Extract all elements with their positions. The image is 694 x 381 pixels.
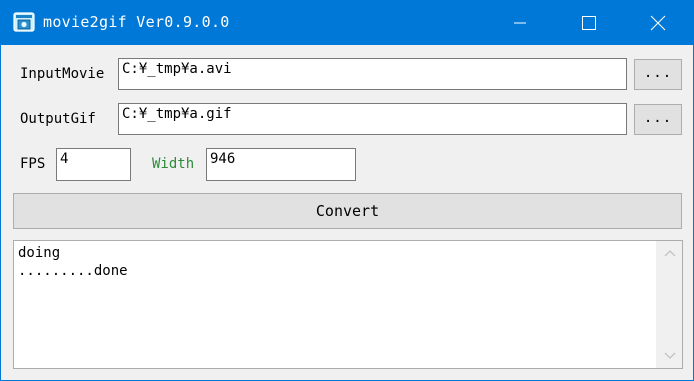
maximize-icon: [582, 16, 596, 30]
output-gif-browse-button[interactable]: ...: [634, 104, 682, 135]
minimize-button[interactable]: [497, 1, 543, 45]
input-movie-label: InputMovie: [20, 66, 105, 82]
output-gif-label: OutputGif: [20, 111, 96, 127]
chevron-up-icon: [664, 250, 675, 257]
input-movie-field[interactable]: C:¥_tmp¥a.avi: [118, 58, 627, 90]
fps-field[interactable]: 4: [56, 148, 131, 181]
maximize-button[interactable]: [566, 1, 612, 45]
input-movie-browse-button[interactable]: ...: [634, 59, 682, 90]
convert-button[interactable]: Convert: [13, 193, 682, 229]
film-icon: [13, 12, 35, 32]
log-line: .........done: [18, 263, 128, 279]
scroll-up-button[interactable]: [657, 243, 682, 263]
app-window: movie2gif Ver0.9.0.0 InputMovie C:¥_tmp¥…: [0, 0, 694, 381]
width-field[interactable]: 946: [206, 148, 356, 181]
window-title: movie2gif Ver0.9.0.0: [43, 13, 230, 31]
vertical-scrollbar[interactable]: [656, 241, 682, 368]
chevron-down-icon: [664, 352, 675, 359]
minimize-icon: [514, 22, 526, 24]
output-gif-field[interactable]: C:¥_tmp¥a.gif: [118, 103, 627, 135]
log-line: doing: [18, 245, 61, 261]
fps-label: FPS: [20, 156, 46, 172]
close-icon: [650, 15, 666, 31]
width-label: Width: [152, 156, 195, 172]
close-button[interactable]: [635, 1, 681, 45]
title-bar[interactable]: movie2gif Ver0.9.0.0: [1, 1, 693, 45]
log-textarea[interactable]: doing .........done: [13, 240, 683, 369]
scroll-down-button[interactable]: [657, 346, 682, 366]
